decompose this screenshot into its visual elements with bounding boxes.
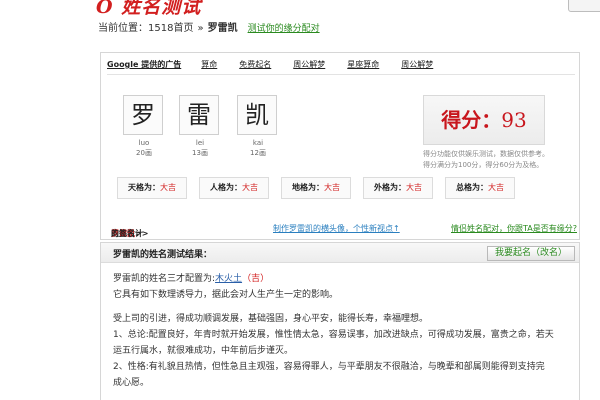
section-title: 罗雷凯的姓名测试结果： — [113, 250, 213, 260]
char-pinyin: kai — [252, 139, 264, 147]
logo-text: 姓名测试 — [121, 0, 202, 18]
grid-di: 地格为：大吉 — [281, 177, 351, 199]
grid-value: 大吉 — [160, 183, 176, 192]
grid-zong: 总格为：大吉 — [445, 177, 515, 199]
action-link-row: 点此设计 罗雷凯 的签名>> 制作罗雷凯的横头像，个性新视点↑ 情侣姓名配对，你跟T… — [100, 218, 580, 240]
char-pinyin: lei — [195, 139, 205, 147]
result-line: 2、性格:有礼貌且热情，但性急且主观强，容易得罪人，与平辈朋友不很融洽，与晚辈和… — [113, 362, 545, 372]
avatar-link[interactable]: 制作罗雷凯的横头像，个性新视点↑ — [273, 223, 400, 234]
grid-label: 总格为： — [456, 183, 488, 192]
score-value: 93 — [501, 108, 527, 132]
name-char-2: 雷 lei 13画 — [179, 95, 221, 158]
couple-match-link[interactable]: 情侣姓名配对，你跟TA是否有缘分? — [451, 223, 577, 234]
grid-ren: 人格为：大吉 — [199, 177, 269, 199]
ad-link-horoscope[interactable]: 星座算命 — [347, 59, 379, 74]
score-note-line-1: 得分功能仅供娱乐测试，数据仅供参考。 — [423, 150, 549, 158]
name-char-1: 罗 luo 20画 — [123, 95, 165, 158]
breadcrumb: 当前位置：1518首页 » 罗雷凯 测试你的缘分配对 — [98, 19, 320, 34]
result-line: 运五行属水，就很难成功，中年前后步谨灭。 — [113, 346, 294, 356]
char-strokes: 13画 — [192, 149, 208, 157]
score-note-line-2: 得分满分为100分，得分60分为及格。 — [423, 161, 544, 169]
char-glyph: 罗 — [123, 95, 163, 135]
top-header: Ö 姓名测试 — [0, 0, 600, 19]
result-line: 受上司的引进，得成功顺调发展，基础强固，身心平安，能得长寿，幸福哩想。 — [113, 314, 429, 324]
result-line: 1、总论:配置良好，年青时就开始发展，惟性情太急，容易误事，加改进缺点，可得成功… — [113, 330, 554, 340]
grid-value: 大吉 — [242, 183, 258, 192]
result-line: 它具有如下数理诱导力，据此会对人生产生一定的影响。 — [113, 290, 339, 300]
ad-link-dream[interactable]: 周公解梦 — [293, 59, 325, 74]
char-strokes: 20画 — [136, 149, 152, 157]
char-glyph: 凯 — [237, 95, 277, 135]
score-label: 得分： — [441, 108, 502, 132]
breadcrumb-home-link[interactable]: 1518首页 — [148, 23, 193, 34]
name-char-3: 凯 kai 12画 — [237, 95, 279, 158]
breadcrumb-separator: » — [197, 23, 204, 34]
char-pinyin: luo — [138, 139, 150, 147]
char-glyph: 雷 — [179, 95, 219, 135]
ad-label[interactable]: Google 提供的广告 — [107, 59, 181, 74]
grid-label: 天格为： — [128, 183, 160, 192]
test-result-section: 罗雷凯的姓名测试结果： 我要起名（改名） 罗雷凯的姓名三才配置为:木火土（吉） … — [100, 242, 580, 400]
score-box: 得分：93 — [423, 95, 545, 145]
config-prefix: 罗雷凯的姓名三才配置为: — [113, 274, 216, 284]
grid-wai: 外格为：大吉 — [363, 177, 433, 199]
grid-label: 人格为： — [210, 183, 242, 192]
grid-value: 大吉 — [324, 183, 340, 192]
ad-link-naming[interactable]: 免费起名 — [239, 59, 271, 74]
grid-tian: 天格为：大吉 — [117, 177, 187, 199]
score-note: 得分功能仅供娱乐测试，数据仅供参考。 得分满分为100分，得分60分为及格。 — [423, 149, 573, 171]
top-right-box[interactable] — [568, 0, 600, 12]
result-line: 罗雷凯的姓名三才配置为:木火土（吉） — [113, 271, 575, 287]
name-result-panel: Google 提供的广告 算命 免费起名 周公解梦 星座算命 周公解梦 罗 lu… — [100, 52, 580, 232]
char-strokes: 12画 — [250, 149, 266, 157]
result-line: 成心愿。 — [113, 378, 150, 388]
rename-button[interactable]: 我要起名（改名） — [487, 246, 575, 261]
design-suffix: 的签名>> — [111, 229, 149, 238]
breadcrumb-match-link[interactable]: 测试你的缘分配对 — [248, 24, 320, 34]
config-value-link[interactable]: 木火土 — [215, 274, 242, 284]
five-grids-row: 天格为：大吉 人格为：大吉 地格为：大吉 外格为：大吉 总格为：大吉 — [117, 177, 515, 199]
grid-label: 外格为： — [374, 183, 406, 192]
site-logo[interactable]: Ö 姓名测试 — [96, 0, 201, 19]
ad-link-fortune[interactable]: 算命 — [201, 59, 217, 74]
config-level: （吉） — [242, 274, 270, 284]
breadcrumb-current: 罗雷凯 — [207, 23, 238, 34]
grid-value: 大吉 — [488, 183, 504, 192]
grid-label: 地格为： — [292, 183, 324, 192]
ad-link-dream-2[interactable]: 周公解梦 — [401, 59, 433, 74]
logo-glyph: Ö — [96, 0, 114, 18]
section-header: 罗雷凯的姓名测试结果： 我要起名（改名） — [101, 243, 579, 263]
result-text: 罗雷凯的姓名三才配置为:木火土（吉） 它具有如下数理诱导力，据此会对人生产生一定… — [113, 271, 575, 391]
breadcrumb-prefix: 当前位置： — [98, 23, 148, 34]
grid-value: 大吉 — [406, 183, 422, 192]
ad-link-bar: Google 提供的广告 算命 免费起名 周公解梦 星座算命 周公解梦 — [107, 59, 575, 75]
